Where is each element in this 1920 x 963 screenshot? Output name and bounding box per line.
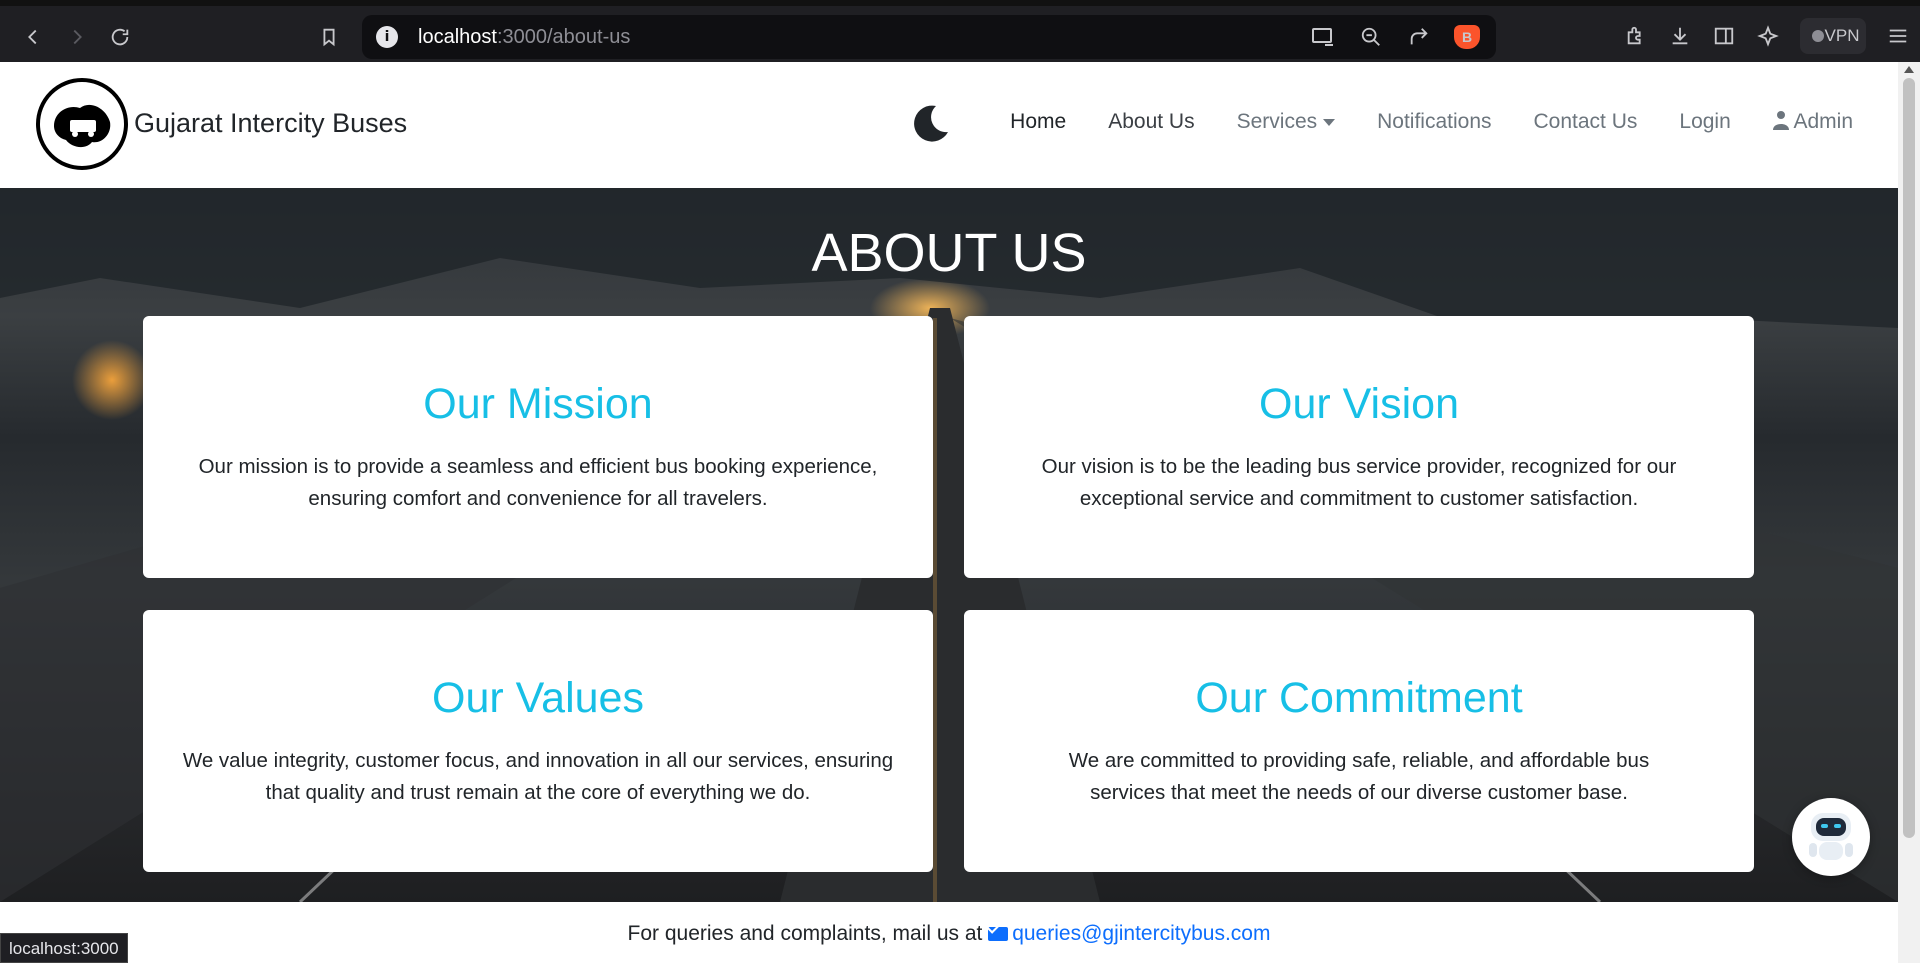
- vision-card: Our Vision Our vision is to be the leadi…: [964, 316, 1754, 578]
- forward-icon[interactable]: [60, 20, 94, 54]
- card-title: Our Commitment: [1195, 674, 1523, 722]
- status-url: localhost:3000: [0, 933, 128, 963]
- card-body: Our mission is to provide a seamless and…: [198, 455, 878, 510]
- nav-links: Home About Us Services Notifications Con…: [1010, 110, 1853, 134]
- page-viewport: Gujarat Intercity Buses Home About Us Se…: [0, 62, 1898, 963]
- vpn-status-icon: [1812, 30, 1824, 42]
- user-icon: [1772, 111, 1789, 130]
- browser-toolbar: i localhost:3000/about-us B VPN: [0, 0, 1920, 62]
- card-body: We are committed to providing safe, reli…: [1068, 749, 1650, 804]
- cast-icon[interactable]: [1310, 25, 1336, 49]
- bookmark-icon[interactable]: [312, 20, 346, 54]
- vpn-button[interactable]: VPN: [1800, 18, 1866, 54]
- scroll-thumb[interactable]: [1903, 78, 1915, 838]
- robot-icon: [1809, 813, 1853, 860]
- scroll-up-icon[interactable]: [1904, 66, 1914, 73]
- values-card: Our Values We value integrity, customer …: [143, 610, 933, 872]
- chatbot-button[interactable]: [1792, 798, 1870, 876]
- extensions-icon[interactable]: [1624, 24, 1648, 48]
- caret-down-icon: [1323, 118, 1336, 126]
- card-body: We value integrity, customer focus, and …: [182, 749, 894, 804]
- nav-services[interactable]: Services: [1237, 110, 1336, 134]
- envelope-icon: [988, 927, 1009, 942]
- footer-contact: For queries and complaints, mail us at q…: [627, 922, 1271, 945]
- brand-name[interactable]: Gujarat Intercity Buses: [134, 108, 407, 139]
- mission-card: Our Mission Our mission is to provide a …: [143, 316, 933, 578]
- nav-about[interactable]: About Us: [1108, 110, 1194, 134]
- url-text: localhost:3000/about-us: [418, 26, 631, 48]
- page-scrollbar[interactable]: [1898, 62, 1920, 963]
- card-title: Our Mission: [423, 380, 653, 428]
- sidebar-icon[interactable]: [1712, 24, 1736, 48]
- menu-icon[interactable]: [1886, 24, 1910, 48]
- gibs-logo[interactable]: [36, 78, 128, 170]
- nav-contact[interactable]: Contact Us: [1534, 110, 1638, 134]
- commitment-card: Our Commitment We are committed to provi…: [964, 610, 1754, 872]
- download-icon[interactable]: [1668, 24, 1692, 48]
- address-bar[interactable]: i localhost:3000/about-us B: [362, 15, 1496, 59]
- card-body: Our vision is to be the leading bus serv…: [1041, 455, 1677, 510]
- reload-icon[interactable]: [103, 20, 137, 54]
- hero-section: ABOUT US Our Mission Our mission is to p…: [0, 188, 1898, 902]
- leo-ai-icon[interactable]: [1756, 24, 1780, 48]
- card-title: Our Vision: [1259, 380, 1459, 428]
- nav-admin[interactable]: Admin: [1772, 110, 1853, 134]
- email-link[interactable]: queries@gjintercitybus.com: [1012, 922, 1270, 945]
- moon-icon[interactable]: [910, 102, 950, 144]
- page-title: ABOUT US: [811, 223, 1087, 283]
- nav-home[interactable]: Home: [1010, 110, 1066, 134]
- brave-shield-icon[interactable]: B: [1454, 25, 1480, 49]
- nav-login[interactable]: Login: [1679, 110, 1730, 134]
- site-navbar: Gujarat Intercity Buses Home About Us Se…: [0, 62, 1898, 188]
- site-info-icon[interactable]: i: [376, 26, 398, 48]
- nav-notifications[interactable]: Notifications: [1377, 110, 1491, 134]
- back-icon[interactable]: [16, 20, 50, 54]
- zoom-icon[interactable]: [1358, 25, 1384, 49]
- share-icon[interactable]: [1406, 25, 1432, 49]
- card-title: Our Values: [432, 674, 644, 722]
